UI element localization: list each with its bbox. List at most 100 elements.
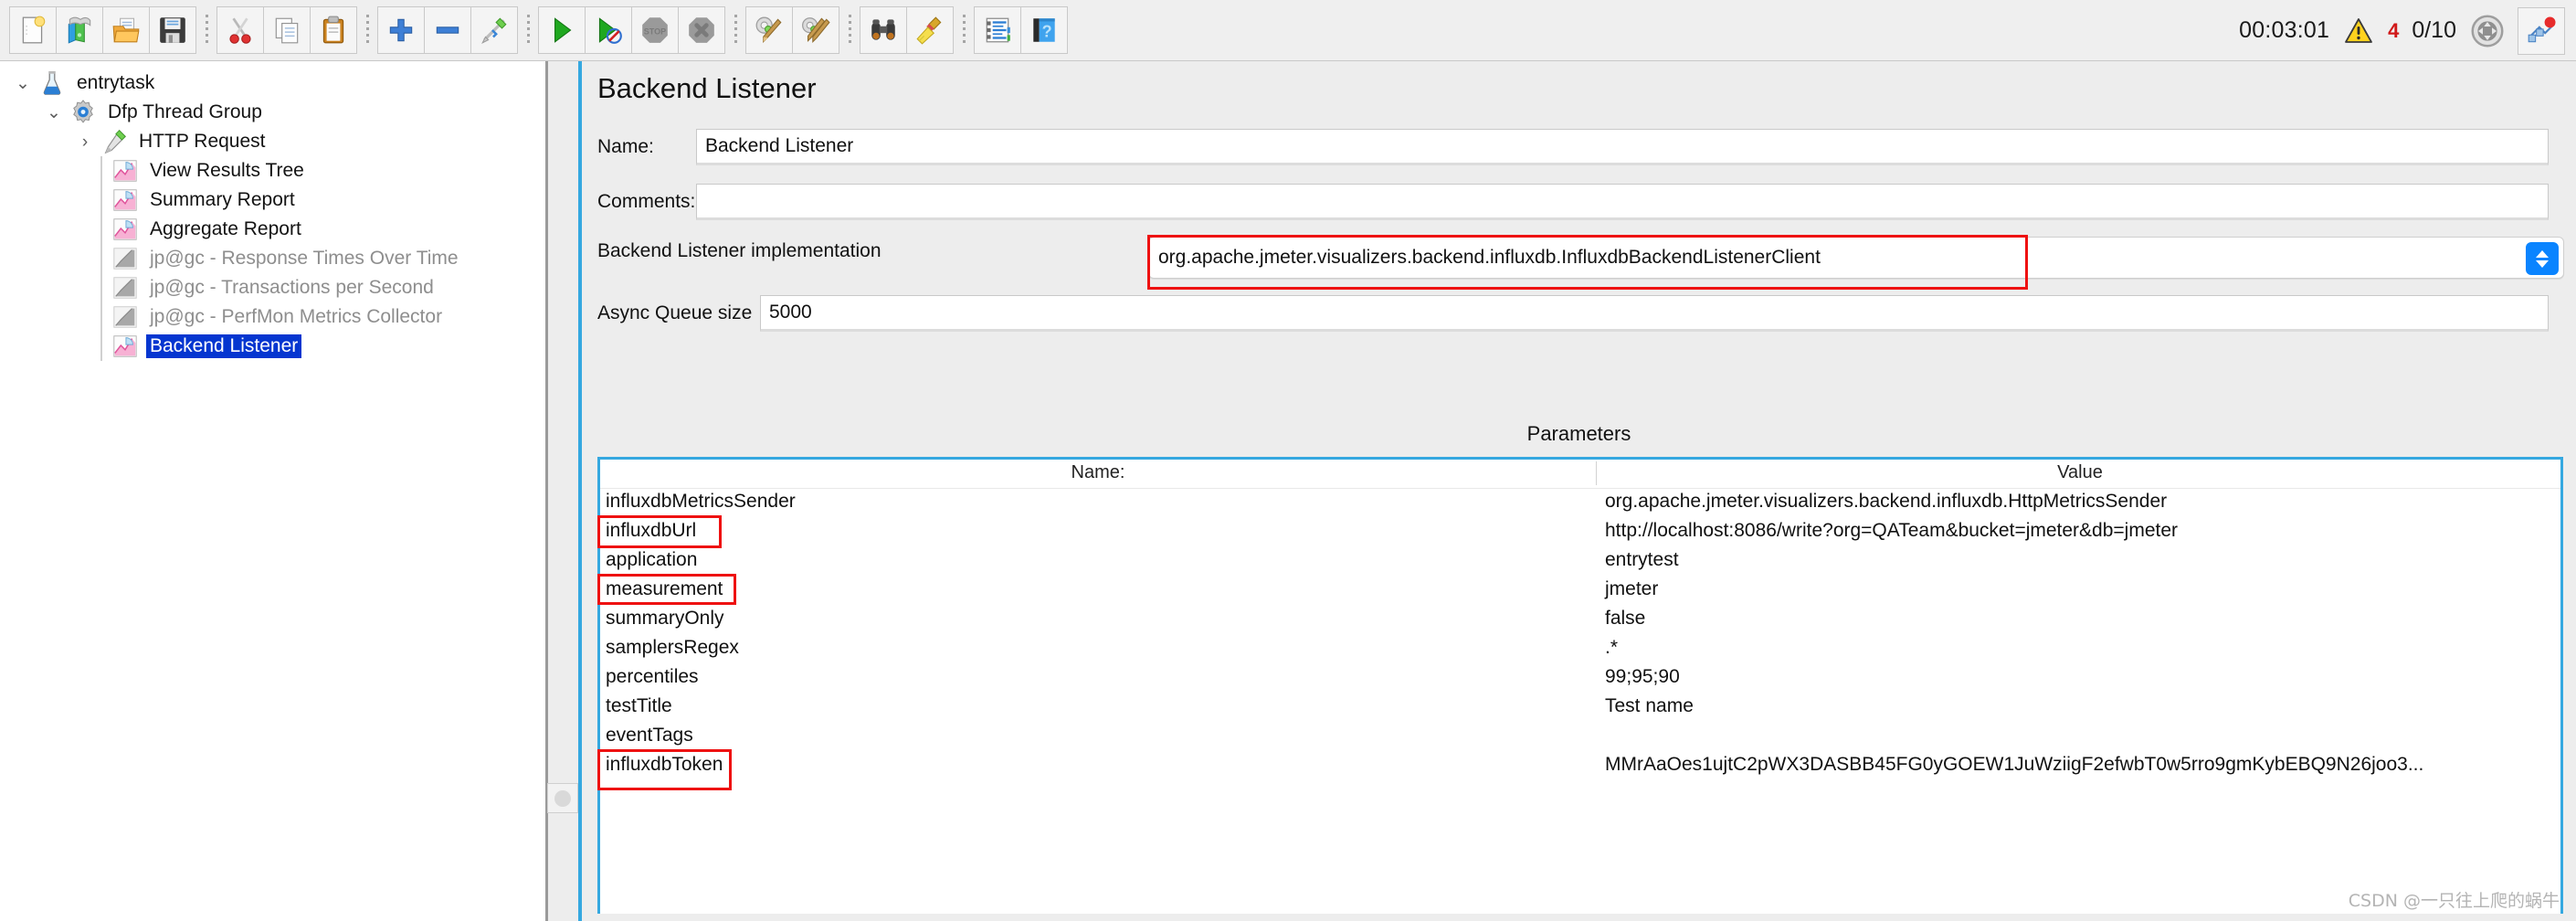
parameter-name[interactable]: influxdbMetricsSender (606, 491, 796, 513)
stop-button[interactable]: STOP (631, 6, 679, 54)
parameter-value[interactable]: MMrAaOes1ujtC2pWX3DASBB45FG0yGOEW1JuWzii… (1605, 754, 2423, 776)
parameter-name[interactable]: samplersRegex (606, 637, 739, 659)
twisty-expanded-icon[interactable]: ⌄ (38, 98, 69, 127)
save-button[interactable] (149, 6, 196, 54)
shutdown-button[interactable] (678, 6, 725, 54)
backend-listener-panel: Backend Listener Name: Backend Listener … (582, 61, 2576, 921)
plus-icon (389, 18, 413, 42)
parameter-name[interactable]: testTitle (606, 695, 672, 717)
tree-item-transactions-per-second[interactable]: jp@gc - Transactions per Second (0, 273, 545, 302)
comments-input[interactable] (696, 184, 2549, 220)
pane-splitter[interactable] (545, 61, 582, 921)
table-row[interactable]: influxdbUrl http://localhost:8086/write?… (600, 518, 2560, 547)
collapse-all-button[interactable] (424, 6, 471, 54)
tree-item-label: entrytask (77, 72, 155, 93)
column-header-value[interactable]: Value (1605, 462, 2555, 483)
throughput-gauge-icon[interactable] (2469, 13, 2506, 49)
parameter-name[interactable]: influxdbUrl (606, 520, 696, 542)
parameter-value[interactable]: Test name (1605, 695, 1694, 717)
parameter-name[interactable]: measurement (606, 578, 723, 600)
parameters-table[interactable]: Name: Value influxdbMetricsSender org.ap… (597, 457, 2563, 914)
toggle-button[interactable] (470, 6, 518, 54)
active-threads-count: 0/10 (2412, 17, 2456, 43)
parameter-value[interactable]: http://localhost:8086/write?org=QATeam&b… (1605, 520, 2178, 542)
tree-item-summary-report[interactable]: Summary Report (0, 185, 545, 215)
table-row[interactable]: summaryOnly false (600, 606, 2560, 635)
new-button[interactable] (9, 6, 57, 54)
open-button[interactable] (102, 6, 150, 54)
table-row[interactable]: eventTags (600, 723, 2560, 752)
splitter-grip[interactable] (547, 783, 578, 813)
table-row[interactable]: influxdbMetricsSender org.apache.jmeter.… (600, 489, 2560, 518)
start-no-pauses-button[interactable] (585, 6, 632, 54)
table-row[interactable]: measurement jmeter (600, 577, 2560, 606)
tree-item-label: jp@gc - Response Times Over Time (150, 248, 459, 269)
column-header-name[interactable]: Name: (600, 462, 1596, 483)
name-input[interactable]: Backend Listener (696, 129, 2549, 165)
copy-button[interactable] (263, 6, 311, 54)
toolbar-group-help: ? (974, 6, 1068, 54)
paste-button[interactable] (310, 6, 357, 54)
tree-item-dfp-thread-group[interactable]: ⌄ Dfp Thread Group (0, 98, 545, 127)
test-plan-tree[interactable]: ⌄ entrytask ⌄ Dfp Thread Group › HTTP Re… (0, 61, 545, 921)
cut-button[interactable] (216, 6, 264, 54)
remote-engines-button[interactable] (2518, 6, 2565, 55)
chevron-updown-icon[interactable] (2526, 242, 2559, 275)
new-file-icon (22, 16, 46, 44)
tree-guide-line (100, 156, 102, 185)
parameter-value[interactable]: entrytest (1605, 549, 1679, 571)
warning-triangle-icon[interactable] (2342, 16, 2375, 46)
table-row[interactable]: percentiles 99;95;90 (600, 664, 2560, 693)
toolbar-separator (196, 10, 216, 50)
tree-item-label: HTTP Request (139, 131, 266, 152)
parameter-name[interactable]: percentiles (606, 666, 699, 688)
help-button[interactable]: ? (1020, 6, 1068, 54)
async-queue-input[interactable]: 5000 (760, 295, 2549, 332)
clear-all-button[interactable] (792, 6, 839, 54)
clear-button[interactable] (745, 6, 793, 54)
twisty-expanded-icon[interactable]: ⌄ (7, 69, 38, 98)
listener-chart-icon (113, 218, 137, 240)
tree-item-backend-listener[interactable]: Backend Listener (0, 332, 545, 361)
binoculars-icon (871, 19, 895, 40)
tree-item-http-request[interactable]: › HTTP Request (0, 127, 545, 156)
warning-count: 4 (2388, 18, 2400, 42)
tree-item-view-results-tree[interactable]: View Results Tree (0, 156, 545, 185)
start-button[interactable] (538, 6, 586, 54)
parameter-value[interactable]: .* (1605, 637, 1618, 659)
gear-broom-double-icon (802, 17, 830, 44)
function-helper-button[interactable] (974, 6, 1021, 54)
parameter-value[interactable]: 99;95;90 (1605, 666, 1680, 688)
templates-button[interactable] (56, 6, 103, 54)
thread-group-gear-icon (73, 100, 93, 123)
tree-item-perfmon-metrics-collector[interactable]: jp@gc - PerfMon Metrics Collector (0, 302, 545, 332)
table-row[interactable]: influxdbToken MMrAaOes1ujtC2pWX3DASBB45F… (600, 752, 2560, 781)
table-row[interactable]: application entrytest (600, 547, 2560, 577)
tree-item-entrytask[interactable]: ⌄ entrytask (0, 69, 545, 98)
parameter-value[interactable]: jmeter (1605, 578, 1658, 600)
listener-chart-gray-icon (113, 248, 137, 270)
toolbar-group-search (860, 6, 954, 54)
parameter-value[interactable]: org.apache.jmeter.visualizers.backend.in… (1605, 491, 2167, 513)
green-play-icon (554, 17, 572, 43)
implementation-combo-wrap: org.apache.jmeter.visualizers.backend.in… (1148, 237, 2564, 279)
tree-item-aggregate-report[interactable]: Aggregate Report (0, 215, 545, 244)
parameter-value[interactable]: false (1605, 608, 1645, 630)
tree-guide-line (100, 244, 102, 273)
parameters-table-header: Name: Value (600, 460, 2560, 489)
yellow-broom-icon (916, 16, 942, 45)
table-row[interactable]: samplersRegex .* (600, 635, 2560, 664)
parameter-name[interactable]: eventTags (606, 725, 693, 746)
remote-engines-icon (2528, 16, 2556, 42)
expand-all-button[interactable] (377, 6, 425, 54)
column-divider[interactable] (1596, 461, 1597, 485)
parameter-name[interactable]: application (606, 549, 697, 571)
implementation-combo[interactable]: org.apache.jmeter.visualizers.backend.in… (1148, 237, 2564, 279)
reset-search-button[interactable] (906, 6, 954, 54)
tree-item-response-times-over-time[interactable]: jp@gc - Response Times Over Time (0, 244, 545, 273)
parameter-name[interactable]: summaryOnly (606, 608, 724, 630)
parameter-name[interactable]: influxdbToken (606, 754, 723, 776)
twisty-collapsed-icon[interactable]: › (69, 127, 100, 156)
search-button[interactable] (860, 6, 907, 54)
table-row[interactable]: testTitle Test name (600, 693, 2560, 723)
